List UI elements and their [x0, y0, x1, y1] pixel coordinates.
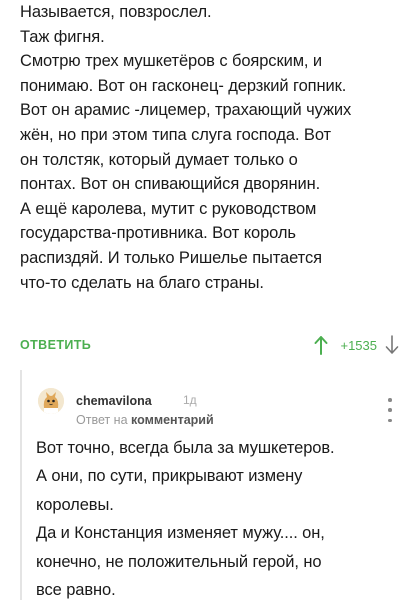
comment-line: понтах. Вот он спивающийся дворянин. [20, 175, 321, 194]
reply-thread: chemavilona 1д Ответ на комментарий Вот … [20, 370, 409, 600]
comment-line: Таж фигня. [20, 27, 105, 46]
reply-header: chemavilona 1д Ответ на комментарий [36, 376, 399, 427]
arrow-up-icon[interactable] [312, 334, 330, 356]
comment-action-bar: ОТВЕТИТЬ +1535 [20, 333, 401, 357]
comment-line: А ещё каролева, мутит с руководством [20, 199, 317, 218]
more-vertical-icon[interactable] [385, 398, 395, 422]
menu-dot [388, 398, 392, 402]
comment-line: Называется, повзрослел. [20, 3, 212, 21]
reply-line: королевы. [36, 495, 114, 514]
reply-to-link[interactable]: комментарий [131, 413, 214, 427]
comment-line: распиздяй. И только Ришелье пытается [20, 248, 322, 267]
rating-score: +1535 [340, 337, 377, 353]
reply-line: А они, по сути, прикрывают измену [36, 467, 303, 486]
comment-line: жён, но при этом типа слуга господа. Вот [20, 125, 332, 144]
reply-author[interactable]: chemavilona [76, 394, 152, 408]
comment-rating: +1535 [312, 334, 401, 356]
comment-line: понимаю. Вот он гасконец- дерзкий гопник… [20, 76, 347, 95]
comment-line: Вот он арамис -лицемер, трахающий чужих [20, 101, 352, 120]
reply-button[interactable]: ОТВЕТИТЬ [20, 338, 91, 352]
reply-line: Да и Констанция изменяет мужу.... он, [36, 524, 325, 543]
reply-line: Вот точно, всегда была за мушкетеров. [36, 439, 335, 457]
menu-dot [388, 418, 392, 422]
comment-body: Называется, повзрослел. Таж фигня. Смотр… [20, 0, 400, 295]
reply-line: все равно. [36, 581, 116, 600]
reply-line: конечно, не положительный герой, но [36, 552, 322, 571]
reply-body: Вот точно, всегда была за мушкетеров. А … [36, 434, 406, 600]
comment-line: государства-противника. Вот король [20, 224, 296, 243]
comment-line: Смотрю трех мушкетёров с боярским, и [20, 52, 323, 71]
reply-age: 1д [183, 393, 197, 407]
comment-line: он толстяк, который думает только о [20, 150, 298, 169]
reply-to-prefix: Ответ на [76, 413, 128, 427]
reply-to-info: Ответ на комментарий [76, 413, 214, 427]
cat-avatar-icon[interactable] [38, 388, 64, 414]
menu-dot [388, 408, 392, 412]
arrow-down-icon[interactable] [383, 334, 401, 356]
comment-line: что-то сделать на благо страны. [20, 273, 264, 292]
